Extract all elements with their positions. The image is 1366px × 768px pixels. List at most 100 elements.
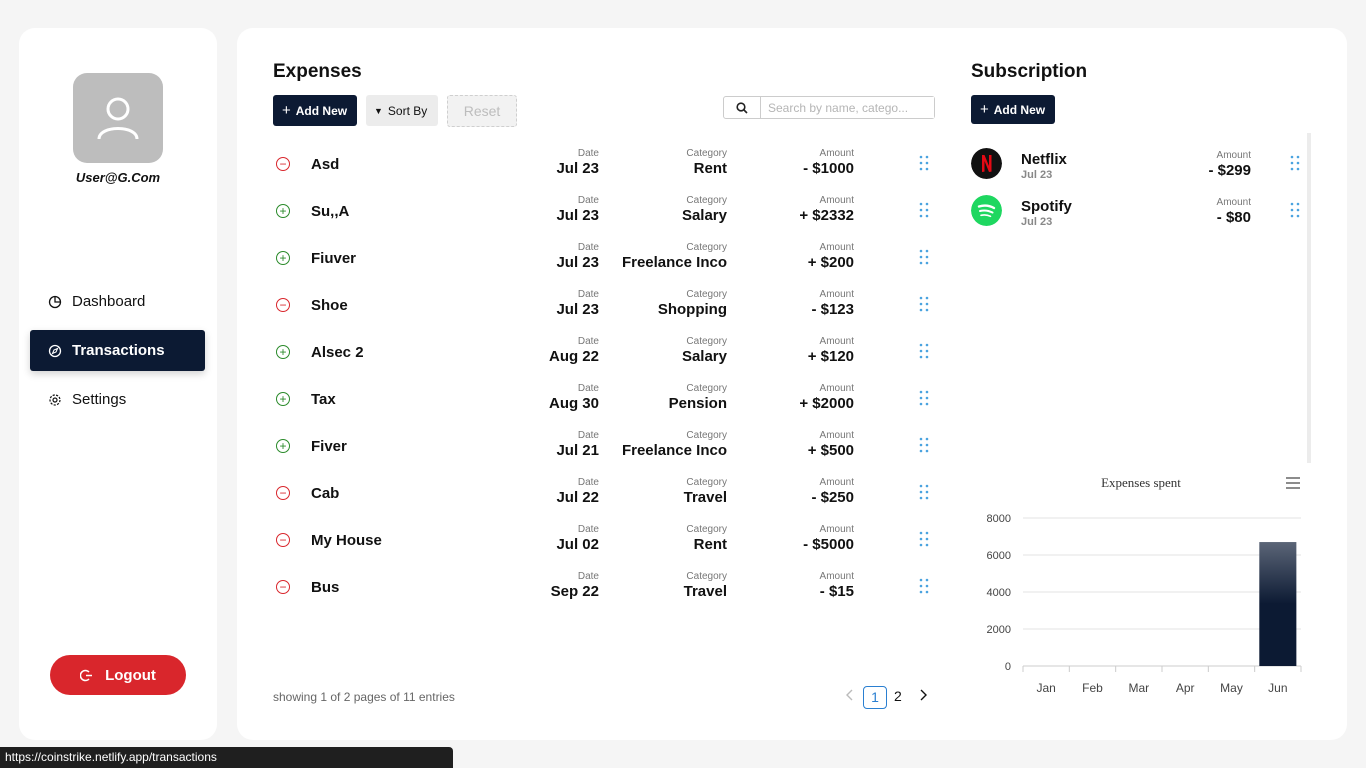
main-panel: Expenses + Add New ▼ Sort By Reset − Asd D… [237,28,1347,740]
transaction-row[interactable]: − Asd Date Jul 23 Category Rent Amount - $1000 [273,145,935,192]
transaction-row[interactable]: + Fiuver Date Jul 23 Category Freelance Inco A… [273,239,935,286]
drag-handle-icon[interactable] [918,530,930,548]
transaction-row[interactable]: + Tax Date Aug 30 Category Pension Amount + $20… [273,380,935,427]
drag-handle-icon[interactable] [918,436,930,454]
nav-settings[interactable]: Settings [30,379,205,420]
income-plus-icon: + [276,392,290,406]
drag-handle-icon[interactable] [918,577,930,595]
date-label: Date [577,571,599,582]
add-expense-button[interactable]: + Add New [273,95,357,126]
chart-menu-icon[interactable] [1285,476,1301,490]
subscription-item[interactable]: Spotify Jul 23 Amount - $80 [971,189,1307,236]
transaction-row[interactable]: − Bus Date Sep 22 Category Travel Amount - $15 [273,568,935,615]
amount-value: + $120 [807,348,854,365]
amount-label: Amount [819,195,854,206]
x-tick-label: Jan [1036,681,1055,695]
category-label: Category [686,336,727,347]
transaction-category: Category Travel [611,477,727,507]
nav-settings-label: Settings [72,391,127,408]
page-1-button[interactable]: 1 [863,686,887,709]
nav-transactions[interactable]: Transactions [30,330,205,371]
category-label: Category [686,242,727,253]
transaction-name: Alsec 2 [311,344,364,361]
drag-handle-icon[interactable] [918,483,930,501]
subscription-scrollbar[interactable] [1307,133,1311,463]
date-value: Jul 22 [556,489,599,506]
transaction-row[interactable]: + Fiver Date Jul 21 Category Freelance Inco Am… [273,427,935,474]
transaction-category: Category Rent [611,524,727,554]
sort-by-label: Sort By [387,103,428,118]
transaction-name: Shoe [311,297,348,314]
category-value: Salary [681,348,727,365]
avatar[interactable] [73,73,163,163]
income-plus-icon: + [276,251,290,265]
amount-label: Amount [819,336,854,347]
date-value: Jul 23 [556,301,599,318]
date-value: Aug 30 [548,395,599,412]
nav-dashboard[interactable]: Dashboard [30,281,205,322]
date-value: Jul 21 [556,442,599,459]
subscription-item[interactable]: Netflix Jul 23 Amount - $299 [971,142,1307,189]
transaction-name: Su,,A [311,203,350,220]
drag-handle-icon[interactable] [1289,201,1301,219]
amount-label: Amount [819,524,854,535]
netflix-logo-icon [971,148,1002,179]
transaction-date: Date Jul 22 [509,477,599,507]
drag-handle-icon[interactable] [1289,154,1301,172]
add-subscription-button[interactable]: + Add New [971,95,1055,124]
logout-button[interactable]: Logout [50,655,186,695]
amount-value: - $1000 [803,160,854,177]
category-value: Freelance Inco [621,442,727,459]
x-tick-label: Mar [1128,681,1149,695]
transaction-category: Category Salary [611,195,727,225]
income-plus-icon: + [276,345,290,359]
drag-handle-icon[interactable] [918,389,930,407]
search-button[interactable] [724,97,761,118]
reset-button[interactable]: Reset [447,95,517,127]
bar [1259,542,1297,666]
transaction-date: Date Aug 22 [509,336,599,366]
amount-value: - $123 [811,301,854,318]
page-2-button[interactable]: 2 [894,688,902,704]
transaction-amount: Amount - $5000 [754,524,854,554]
drag-handle-icon[interactable] [918,248,930,266]
prev-page-button[interactable] [846,688,854,704]
expenses-title: Expenses [273,61,362,82]
transaction-row[interactable]: − Shoe Date Jul 23 Category Shopping Amount - $… [273,286,935,333]
drag-handle-icon[interactable] [918,342,930,360]
transaction-name: Fiuver [311,250,357,267]
amount-value: + $500 [807,442,854,459]
transaction-row[interactable]: + Alsec 2 Date Aug 22 Category Salary Amount + … [273,333,935,380]
transaction-row[interactable]: − Cab Date Jul 22 Category Travel Amount - $250 [273,474,935,521]
category-value: Freelance Inco [621,254,727,271]
amount-value: - $5000 [803,536,854,553]
transaction-name: Bus [311,579,340,596]
nav-dashboard-label: Dashboard [72,293,146,310]
drag-handle-icon[interactable] [918,295,930,313]
transaction-category: Category Freelance Inco [611,242,727,272]
transaction-amount: Amount + $500 [754,430,854,460]
drag-handle-icon[interactable] [918,201,930,219]
plus-icon: + [980,101,989,118]
caret-down-icon: ▼ [374,105,383,116]
transaction-row[interactable]: + Su,,A Date Jul 23 Category Salary Amount + $2… [273,192,935,239]
x-tick-label: Apr [1176,681,1195,695]
transaction-category: Category Rent [611,148,727,178]
transaction-amount: Amount + $2000 [754,383,854,413]
category-label: Category [686,524,727,535]
search-input[interactable] [761,97,934,118]
x-tick-label: Jun [1268,681,1287,695]
next-page-button[interactable] [919,688,927,704]
category-label: Category [686,289,727,300]
subscription-name: Netflix [1021,151,1067,168]
date-label: Date [577,524,599,535]
y-tick-label: 4000 [987,587,1011,599]
date-label: Date [577,195,599,206]
amount-value: - $250 [811,489,854,506]
transaction-row[interactable]: − My House Date Jul 02 Category Rent Amount - $… [273,521,935,568]
sort-by-button[interactable]: ▼ Sort By [366,95,438,126]
category-value: Pension [668,395,727,412]
amount-label: Amount [1216,150,1251,161]
date-label: Date [577,477,599,488]
drag-handle-icon[interactable] [918,154,930,172]
